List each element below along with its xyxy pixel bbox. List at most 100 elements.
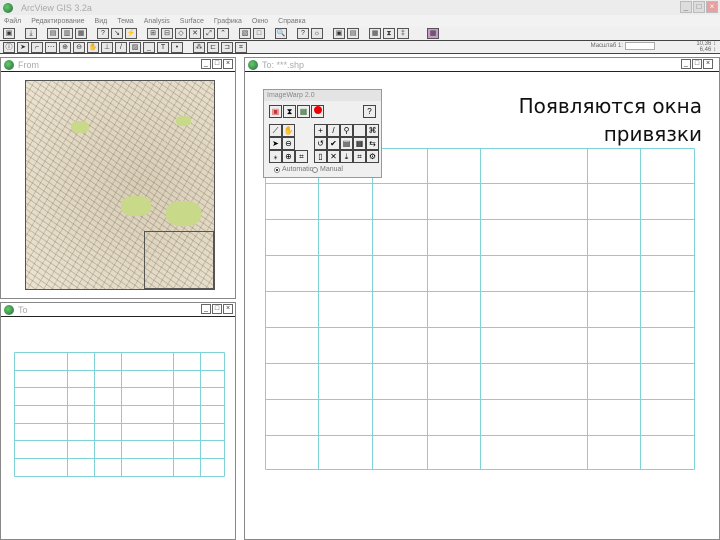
pointer-icon[interactable]: ➤	[269, 137, 282, 150]
menu-theme[interactable]: Тема	[117, 18, 133, 25]
line-icon[interactable]: _	[143, 41, 155, 53]
zoom-selected-icon[interactable]: ◇	[175, 28, 187, 39]
help-icon[interactable]: ?	[297, 28, 309, 39]
minimize-button[interactable]: _	[201, 59, 211, 69]
link-icon[interactable]: ⚲	[340, 124, 353, 137]
warp-icon[interactable]: ▦	[297, 105, 310, 118]
maximize-button[interactable]: □	[212, 304, 222, 314]
close-button[interactable]: ×	[223, 304, 233, 314]
draw-poly-icon[interactable]: ⊐	[221, 41, 233, 53]
select-features-icon[interactable]: ▧	[239, 28, 251, 39]
menu-window[interactable]: Окно	[252, 18, 268, 25]
menu-analysis[interactable]: Analysis	[144, 18, 170, 25]
zoom-previous-icon[interactable]: ⌃	[217, 28, 229, 39]
layout-icon[interactable]: ▤	[347, 28, 359, 39]
find-icon[interactable]: 🔍	[275, 28, 287, 39]
clear-selection-icon[interactable]: □	[253, 28, 265, 39]
rectify-icon[interactable]: ⌗	[353, 150, 366, 163]
add-theme-icon[interactable]: ⤓	[25, 28, 37, 39]
area-icon[interactable]: ▨	[129, 41, 141, 53]
close-button[interactable]: ×	[706, 1, 718, 13]
to-view-window[interactable]: To _ □ ×	[0, 302, 236, 540]
help-button[interactable]: ?	[363, 105, 376, 118]
mode-automatic-radio[interactable]: Automatic	[274, 166, 313, 173]
zoom-full-icon[interactable]: ⊞	[147, 28, 159, 39]
maximize-button[interactable]: □	[692, 59, 702, 69]
maximize-button[interactable]: □	[212, 59, 222, 69]
delete-icon[interactable]: ✕	[327, 150, 340, 163]
undo-icon[interactable]: ↺	[314, 137, 327, 150]
pan-icon[interactable]: ✋	[282, 124, 295, 137]
scale-input[interactable]	[625, 42, 655, 50]
window-title: To: ***.shp	[262, 59, 305, 70]
save-icon[interactable]: ▣	[3, 28, 15, 39]
window-title: To	[18, 304, 28, 315]
zoom-in-tool-icon[interactable]: ⊕	[59, 41, 71, 53]
split-icon[interactable]: ‡	[397, 28, 409, 39]
zoom-out-tool-icon[interactable]: ⊖	[73, 41, 85, 53]
zoom-in-icon[interactable]: ⊕	[282, 150, 295, 163]
edit-point-icon[interactable]: /	[327, 124, 340, 137]
draw-shape-icon[interactable]: ⌗	[235, 41, 247, 53]
open-icon[interactable]: ▣	[269, 105, 282, 118]
close-button[interactable]: ×	[223, 59, 233, 69]
pan-icon[interactable]: ✋	[87, 41, 99, 53]
point-icon[interactable]: •	[171, 41, 183, 53]
menu-graphics[interactable]: Графика	[214, 18, 242, 25]
caption-line-1: Появляются окна	[518, 94, 702, 118]
imagewarp-icon[interactable]: ▦	[427, 28, 439, 39]
close-button[interactable]: ×	[703, 59, 713, 69]
minimize-button[interactable]: _	[681, 59, 691, 69]
minimize-button[interactable]: _	[680, 1, 692, 13]
line-tool-icon[interactable]: ⟋	[269, 124, 282, 137]
settings-icon[interactable]: ⚙	[366, 150, 379, 163]
transform-icon[interactable]: ⇆	[366, 137, 379, 150]
zoom-out-icon[interactable]: ⤢	[203, 28, 215, 39]
maximize-button[interactable]: □	[693, 1, 705, 13]
menu-view[interactable]: Вид	[95, 18, 108, 25]
identify-icon[interactable]: ⓘ	[3, 41, 15, 53]
vertex-edit-icon[interactable]: ⌐	[31, 41, 43, 53]
export-icon[interactable]: ⤓	[340, 150, 353, 163]
tool-icon[interactable]: ▣	[333, 28, 345, 39]
grid-icon[interactable]: ▦	[369, 28, 381, 39]
zoom-out-icon[interactable]: ⊖	[282, 137, 295, 150]
light-icon[interactable]: ☼	[311, 28, 323, 39]
table-icon[interactable]: ▦	[75, 28, 87, 39]
check-icon[interactable]: ✔	[327, 137, 340, 150]
record-icon[interactable]	[311, 105, 324, 118]
draw-rect-icon[interactable]: ⊏	[207, 41, 219, 53]
zoom-active-icon[interactable]: ⊟	[161, 28, 173, 39]
hotlink-tool-icon[interactable]: /	[115, 41, 127, 53]
mode-manual-radio[interactable]: Manual	[312, 166, 343, 173]
select-icon[interactable]: ⋯	[45, 41, 57, 53]
menu-file[interactable]: Файл	[4, 18, 21, 25]
hourglass-icon[interactable]: ⧗	[283, 105, 296, 118]
coord-y: 6,46 ↕	[699, 47, 716, 53]
add-point-icon[interactable]: +	[314, 124, 327, 137]
menu-edit[interactable]: Редактирование	[31, 18, 84, 25]
zoom-in-icon[interactable]: ✕	[189, 28, 201, 39]
fit-icon[interactable]: ⌘	[366, 124, 379, 137]
locate-icon[interactable]: ↘	[111, 28, 123, 39]
hourglass-icon[interactable]: ⧗	[383, 28, 395, 39]
extent-icon[interactable]: ⌗	[295, 150, 308, 163]
table-icon[interactable]: ▤	[340, 137, 353, 150]
blank-icon[interactable]	[353, 124, 366, 137]
hotlink-icon[interactable]: ⚡	[125, 28, 137, 39]
menu-help[interactable]: Справка	[278, 18, 305, 25]
theme-properties-icon[interactable]: ▤	[47, 28, 59, 39]
text-icon[interactable]: T	[157, 41, 169, 53]
query-icon[interactable]: ?	[97, 28, 109, 39]
minimize-button[interactable]: _	[201, 304, 211, 314]
measure-icon[interactable]: ⊥	[101, 41, 113, 53]
clear-icon[interactable]: ▯	[314, 150, 327, 163]
snap-icon[interactable]: ⁂	[193, 41, 205, 53]
pointer-icon[interactable]: ➤	[17, 41, 29, 53]
menu-surface[interactable]: Surface	[180, 18, 204, 25]
grid-icon[interactable]: ▦	[353, 137, 366, 150]
radio-label: Automatic	[282, 166, 314, 173]
radio-label: Manual	[320, 166, 343, 173]
vertex-icon[interactable]: ⁎	[269, 150, 282, 163]
edit-legend-icon[interactable]: ▥	[61, 28, 73, 39]
